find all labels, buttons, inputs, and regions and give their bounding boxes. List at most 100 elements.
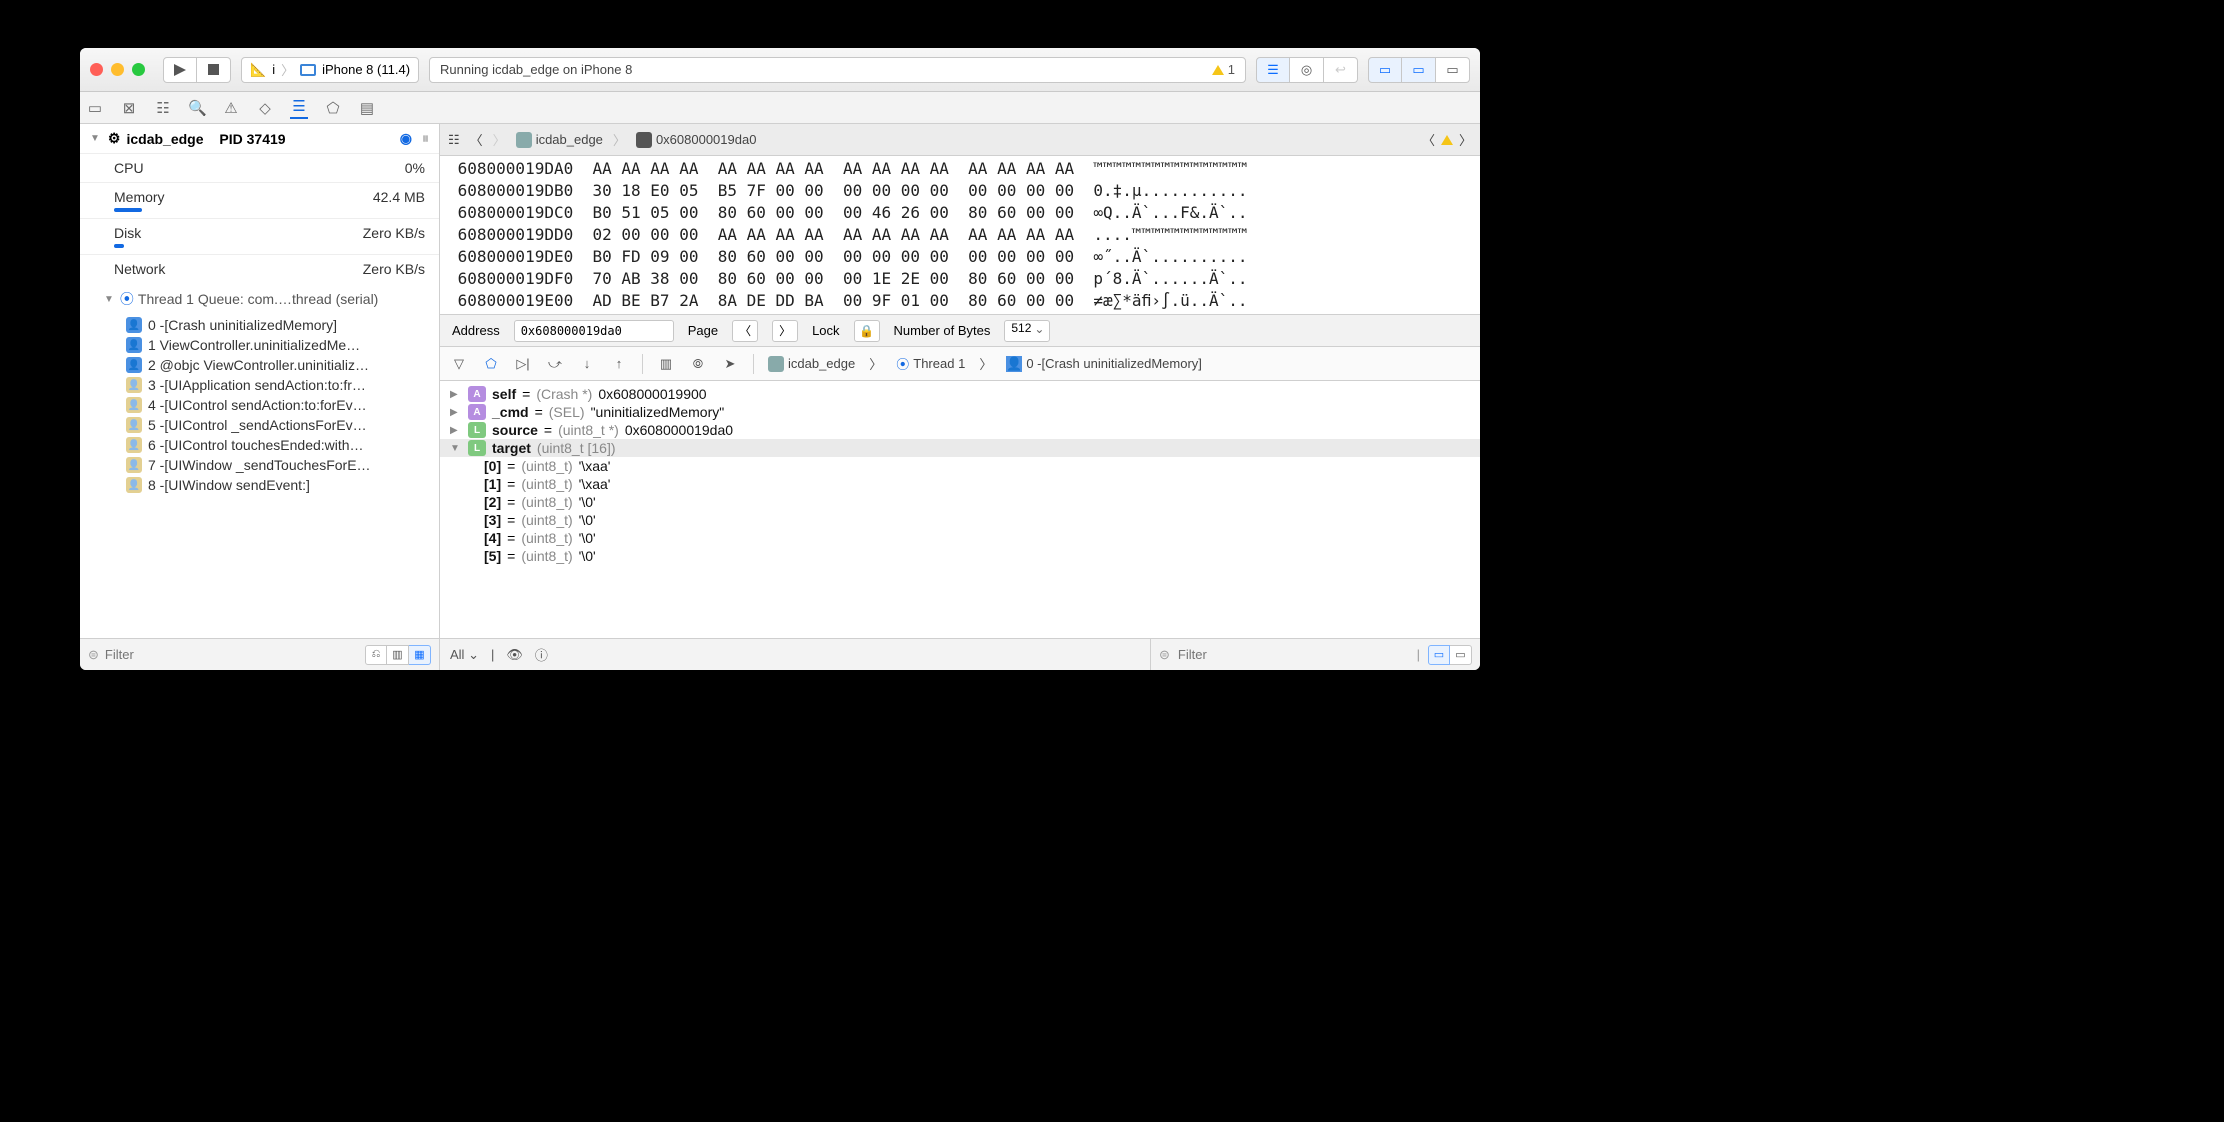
variable-row[interactable]: [1]=(uint8_t)'\xaa'	[440, 475, 1480, 493]
close-window-button[interactable]	[90, 63, 103, 76]
continue-icon[interactable]: ▷|	[514, 356, 532, 372]
disk-gauge[interactable]: Disk Zero KB/s	[80, 218, 439, 254]
stack-frame[interactable]: 👤6 -[UIControl touchesEnded:with…	[80, 435, 439, 455]
variable-row[interactable]: [4]=(uint8_t)'\0'	[440, 529, 1480, 547]
debug-crumb-thread[interactable]: ⦿Thread 1	[896, 354, 965, 373]
jump-item-project[interactable]: icdab_edge	[536, 132, 603, 147]
location-icon[interactable]: ➤	[721, 356, 739, 372]
stack-frame[interactable]: 👤5 -[UIControl _sendActionsForEv…	[80, 415, 439, 435]
process-icon: ⚙︎	[108, 130, 121, 147]
page-next-button[interactable]: 〉	[772, 320, 798, 342]
stack-frame[interactable]: 👤3 -[UIApplication sendAction:to:fr…	[80, 375, 439, 395]
navigator-filter-input[interactable]	[105, 647, 359, 662]
jump-item-address[interactable]: 0x608000019da0	[656, 132, 757, 147]
disclosure-triangle-icon[interactable]: ▶	[450, 407, 462, 418]
info-icon[interactable]: ⓘ	[535, 645, 548, 664]
variables-view[interactable]: ▶ A self= (Crash *) 0x608000019900 ▶ A _…	[440, 381, 1480, 638]
run-button[interactable]	[163, 57, 197, 83]
toggle-debug-area-button[interactable]: ▭	[1402, 57, 1436, 83]
editor-version-button[interactable]: ↩	[1324, 57, 1358, 83]
show-console-button[interactable]: ▭	[1450, 645, 1472, 665]
show-variables-button[interactable]: ▭	[1428, 645, 1450, 665]
step-out-icon[interactable]: ↑	[610, 356, 628, 371]
frame-icon: 👤	[126, 317, 142, 333]
thread-header[interactable]: ▼ ⦿ Thread 1 Queue: com.…thread (serial)	[80, 283, 439, 315]
source-control-navigator-icon[interactable]: ⊠	[120, 99, 138, 117]
process-pid: PID 37419	[219, 131, 285, 147]
toggle-navigator-button[interactable]: ▭	[1368, 57, 1402, 83]
debug-crumb-frame[interactable]: 👤0 -[Crash uninitializedMemory]	[1006, 356, 1202, 372]
toggle-inspector-button[interactable]: ▭	[1436, 57, 1470, 83]
warning-badge[interactable]: 1	[1212, 62, 1235, 77]
page-prev-button[interactable]: 〈	[732, 320, 758, 342]
window-controls	[90, 63, 145, 76]
editor-standard-button[interactable]: ☰	[1256, 57, 1290, 83]
stack-frame[interactable]: 👤8 -[UIWindow sendEvent:]	[80, 475, 439, 495]
editor-assistant-button[interactable]: ◎	[1290, 57, 1324, 83]
test-navigator-icon[interactable]: ◇	[256, 99, 274, 117]
memory-graph-icon[interactable]: ⦾	[689, 356, 707, 372]
scheme-selector[interactable]: 📐 i 〉 iPhone 8 (11.4)	[241, 57, 419, 83]
stack-frame[interactable]: 👤2 @objc ViewController.uninitializ…	[80, 355, 439, 375]
filter-opt-2[interactable]: ▥	[387, 645, 409, 665]
jump-back-button[interactable]: 〈	[470, 130, 483, 149]
frame-icon: 👤	[1006, 356, 1022, 372]
memory-gauge[interactable]: Memory 42.4 MB	[80, 182, 439, 218]
jump-forward-button[interactable]: 〉	[493, 130, 506, 149]
hide-debug-area-icon[interactable]: ▽	[450, 356, 468, 372]
debug-crumb-project[interactable]: icdab_edge	[768, 356, 855, 372]
stack-frame[interactable]: 👤7 -[UIWindow _sendTouchesForE…	[80, 455, 439, 475]
lock-toggle[interactable]: 🔒	[854, 320, 880, 342]
frame-icon: 👤	[126, 377, 142, 393]
stack-frame[interactable]: 👤0 -[Crash uninitializedMemory]	[80, 315, 439, 335]
project-navigator-icon[interactable]: ▭	[86, 99, 104, 117]
scope-selector[interactable]: All ⌄	[450, 647, 479, 663]
disclosure-triangle-icon[interactable]: ▼	[450, 443, 462, 454]
find-navigator-icon[interactable]: 🔍	[188, 99, 206, 117]
process-row[interactable]: ▼ ⚙︎ icdab_edge PID 37419 ◉ ⏸	[80, 124, 439, 153]
step-over-icon[interactable]: ⤻	[546, 356, 564, 372]
variable-row[interactable]: [0]=(uint8_t)'\xaa'	[440, 457, 1480, 475]
debug-navigator-icon[interactable]: ☰	[290, 97, 308, 119]
variable-row[interactable]: ▼ L target (uint8_t [16])	[440, 439, 1480, 457]
symbol-navigator-icon[interactable]: ☷	[154, 99, 172, 117]
filter-opt-1[interactable]: ⎌	[365, 645, 387, 665]
variable-row[interactable]: ▶ L source= (uint8_t *) 0x608000019da0	[440, 421, 1480, 439]
related-items-icon[interactable]: ☷	[448, 132, 460, 148]
breakpoints-toggle-icon[interactable]: ⬠	[482, 356, 500, 372]
process-options-icon[interactable]: ◉	[400, 130, 412, 147]
zoom-window-button[interactable]	[132, 63, 145, 76]
variable-row[interactable]: ▶ A _cmd= (SEL) "uninitializedMemory"	[440, 403, 1480, 421]
console-filter-input[interactable]	[1178, 647, 1409, 662]
variable-row[interactable]: [3]=(uint8_t)'\0'	[440, 511, 1480, 529]
disclosure-triangle-icon[interactable]: ▶	[450, 425, 462, 436]
cpu-gauge[interactable]: CPU 0%	[80, 153, 439, 182]
variable-row[interactable]: ▶ A self= (Crash *) 0x608000019900	[440, 385, 1480, 403]
breakpoint-navigator-icon[interactable]: ⬠	[324, 99, 342, 117]
minimize-window-button[interactable]	[111, 63, 124, 76]
filter-opt-3[interactable]: ▦	[409, 645, 431, 665]
address-input[interactable]	[514, 320, 674, 342]
issue-navigator-icon[interactable]: ⚠	[222, 99, 240, 117]
memory-hex-view[interactable]: 608000019DA0 AA AA AA AA AA AA AA AA AA …	[440, 156, 1480, 315]
disclosure-triangle-icon[interactable]: ▼	[104, 294, 114, 305]
bytes-select[interactable]: 512	[1004, 320, 1050, 342]
disclosure-triangle-icon[interactable]: ▶	[450, 389, 462, 400]
jump-prev-issue-button[interactable]: 〈	[1422, 130, 1435, 149]
disclosure-triangle-icon[interactable]: ▼	[90, 133, 100, 144]
debug-view-icon[interactable]: ▥	[657, 356, 675, 372]
jump-next-issue-button[interactable]: 〉	[1459, 130, 1472, 149]
stack-frame[interactable]: 👤4 -[UIControl sendAction:to:forEv…	[80, 395, 439, 415]
stack-frame[interactable]: 👤1 ViewController.uninitializedMe…	[80, 335, 439, 355]
warning-icon	[1441, 135, 1453, 145]
stop-button[interactable]	[197, 57, 231, 83]
step-into-icon[interactable]: ↓	[578, 356, 596, 371]
memory-icon	[636, 132, 652, 148]
quicklook-icon[interactable]: 👁	[506, 647, 523, 663]
variable-row[interactable]: [5]=(uint8_t)'\0'	[440, 547, 1480, 565]
activity-status[interactable]: Running icdab_edge on iPhone 8 1	[429, 57, 1246, 83]
network-gauge[interactable]: Network Zero KB/s	[80, 254, 439, 283]
process-pause-icon[interactable]: ⏸	[422, 130, 429, 147]
variable-row[interactable]: [2]=(uint8_t)'\0'	[440, 493, 1480, 511]
report-navigator-icon[interactable]: ▤	[358, 99, 376, 117]
